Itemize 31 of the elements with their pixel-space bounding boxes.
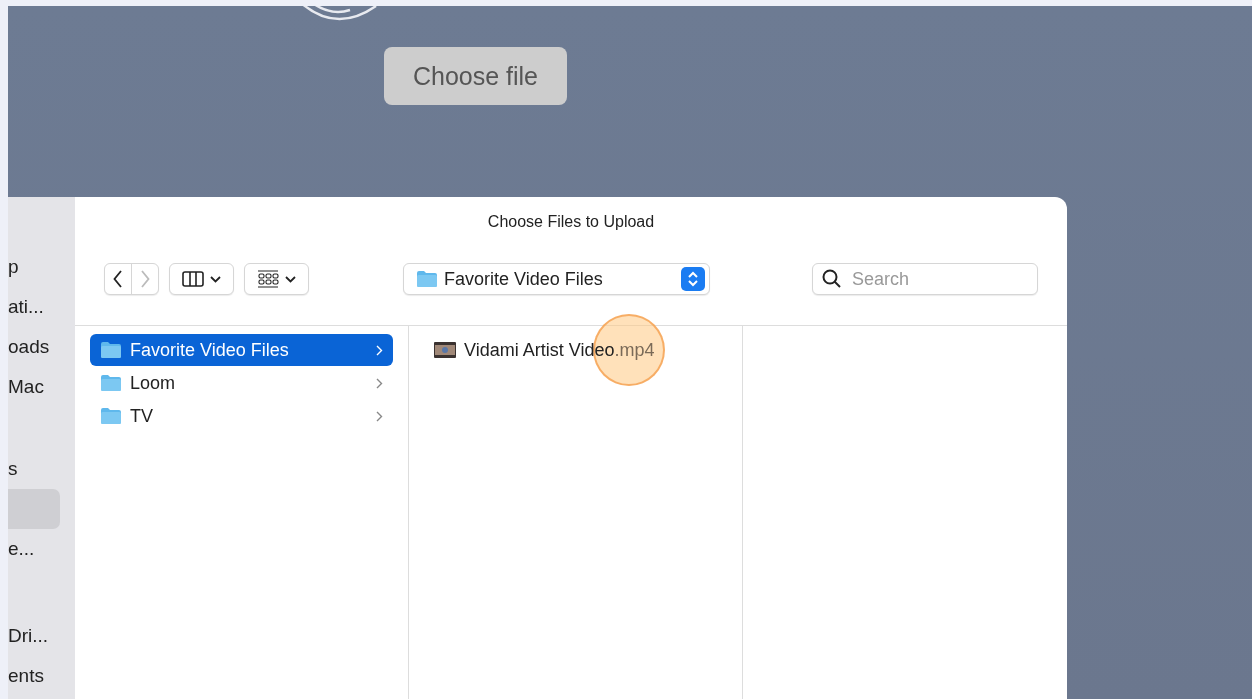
location-popup[interactable]: Favorite Video Files	[403, 263, 710, 295]
sidebar-item[interactable]: ati...	[8, 287, 60, 327]
folder-icon	[100, 374, 122, 392]
folder-row[interactable]: Loom	[90, 367, 393, 399]
folder-icon	[100, 407, 122, 425]
video-thumbnail-icon	[434, 342, 456, 358]
chevron-right-icon	[376, 410, 383, 422]
sidebar-item[interactable]: p	[8, 247, 60, 287]
sidebar-item[interactable]: s	[8, 449, 60, 489]
chevron-right-icon	[376, 377, 383, 389]
stepper-icon	[681, 267, 705, 291]
folder-icon	[100, 341, 122, 359]
chevron-right-icon	[376, 344, 383, 356]
folder-row[interactable]: TV	[90, 400, 393, 432]
grid-icon	[257, 270, 279, 288]
sidebar-item[interactable]: ents	[8, 656, 60, 696]
search-field[interactable]: Search	[812, 263, 1038, 295]
choose-file-button[interactable]: Choose file	[384, 47, 567, 105]
sidebar-item[interactable]: Dri...	[8, 616, 60, 656]
folder-icon	[416, 270, 438, 288]
chevron-left-icon	[113, 270, 123, 288]
sidebar-item[interactable]: e...	[8, 529, 60, 569]
chevron-down-icon	[210, 275, 221, 283]
search-icon	[822, 269, 841, 288]
chevron-right-icon	[140, 270, 150, 288]
dialog-title: Choose Files to Upload	[486, 212, 656, 232]
sidebar-item[interactable]: oads	[8, 327, 60, 367]
sidebar-item[interactable]: Mac	[8, 367, 60, 407]
columns-icon	[182, 271, 204, 287]
chevron-down-icon	[285, 275, 296, 283]
folder-row[interactable]: Favorite Video Files	[90, 334, 393, 366]
